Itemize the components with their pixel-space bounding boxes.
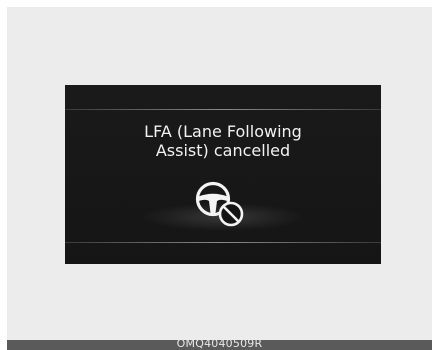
bottom-divider xyxy=(65,242,381,243)
prohibition-icon xyxy=(218,201,244,227)
cluster-display: LFA (Lane Following Assist) cancelled xyxy=(65,85,381,264)
message-line-1: LFA (Lane Following xyxy=(144,122,302,141)
figure-code: OMQ4040509R xyxy=(176,340,263,350)
figure-footer: OMQ4040509R xyxy=(7,340,432,350)
warning-message: LFA (Lane Following Assist) cancelled xyxy=(65,122,381,160)
steering-wheel-cancelled-icon xyxy=(191,178,255,230)
message-line-2: Assist) cancelled xyxy=(155,141,291,160)
top-divider xyxy=(65,109,381,110)
